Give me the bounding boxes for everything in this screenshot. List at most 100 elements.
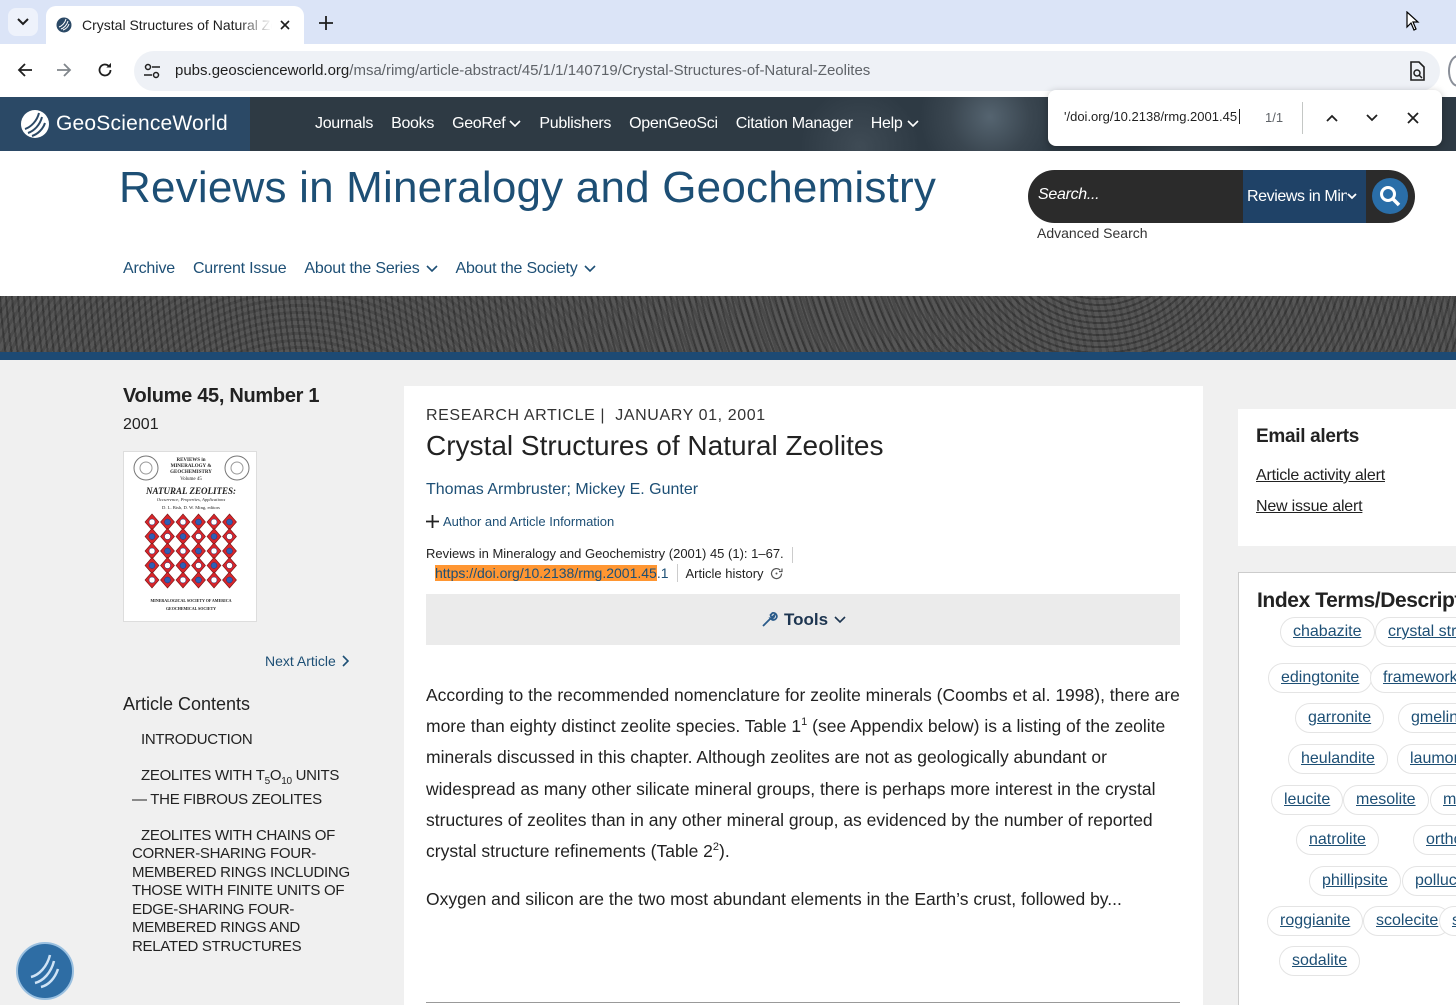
index-term-chip[interactable]: laumontite bbox=[1397, 744, 1456, 774]
index-term-chip[interactable]: garronite bbox=[1295, 703, 1385, 733]
top-menu-item-books[interactable]: Books bbox=[391, 115, 434, 133]
article-authors[interactable]: Thomas Armbruster; Mickey E. Gunter bbox=[426, 481, 698, 499]
volume-year: 2001 bbox=[123, 416, 159, 433]
tab-list-icon[interactable] bbox=[8, 8, 38, 36]
cover-line1: REVIEWS in bbox=[176, 458, 205, 463]
index-term-chip[interactable]: mordenite bbox=[1430, 785, 1456, 815]
search-scope-label: Reviews in Mineralogy and Geochemistry bbox=[1247, 187, 1347, 205]
top-menu-label: Help bbox=[870, 115, 903, 132]
top-menu-item-journals[interactable]: Journals bbox=[315, 115, 373, 133]
gsw-assistant-button[interactable] bbox=[16, 942, 74, 1000]
mouse-cursor-icon bbox=[1406, 11, 1420, 31]
index-term-chip[interactable]: mesolite bbox=[1343, 785, 1429, 815]
cover-art: REVIEWS in MINERALOGY & GEOCHEMISTRY Vol… bbox=[133, 455, 250, 611]
author-info-toggle[interactable]: Author and Article Information bbox=[426, 514, 614, 529]
index-term-chip[interactable]: chabazite bbox=[1280, 617, 1375, 647]
new-issue-alert-link[interactable]: New issue alert bbox=[1256, 498, 1363, 516]
contents-item[interactable]: INTRODUCTION bbox=[132, 731, 352, 750]
gsw-logo-icon bbox=[21, 110, 49, 138]
doi-link-rest[interactable]: .1 bbox=[657, 565, 669, 581]
next-article-label: Next Article bbox=[265, 653, 336, 669]
cover-line4: Volume 45 bbox=[180, 477, 202, 482]
article-history-button[interactable]: Article history bbox=[686, 566, 783, 581]
close-icon[interactable] bbox=[276, 16, 294, 34]
meta-separator: | bbox=[600, 407, 606, 424]
brand-logo[interactable]: GeoScienceWorld bbox=[0, 97, 250, 151]
find-input[interactable]: '/doi.org/10.2138/rmg.2001.45 bbox=[1064, 109, 1241, 124]
chevron-down-icon bbox=[583, 265, 596, 273]
index-term-chip[interactable]: gmelinite bbox=[1398, 703, 1456, 733]
page-icon[interactable] bbox=[1409, 61, 1425, 81]
advanced-search-link[interactable]: Advanced Search bbox=[1037, 225, 1148, 241]
back-icon[interactable] bbox=[13, 58, 37, 82]
article-contents-list: INTRODUCTION ZEOLITES WITH T5O10 UNITS — … bbox=[132, 731, 352, 973]
author-info-label: Author and Article Information bbox=[443, 514, 615, 529]
index-term-chip[interactable]: crystal structure bbox=[1375, 617, 1456, 647]
forward-icon[interactable] bbox=[52, 58, 76, 82]
index-term-chip[interactable]: pollucite bbox=[1402, 866, 1456, 896]
site-info-icon[interactable] bbox=[143, 62, 161, 80]
sub-nav-about-the-series[interactable]: About the Series bbox=[304, 260, 438, 278]
search-scope-select[interactable]: Reviews in Mineralogy and Geochemistry bbox=[1243, 170, 1366, 223]
chevron-right-icon bbox=[342, 655, 349, 667]
contents-text: ZEOLITES WITH CHAINS OF CORNER-SHARING F… bbox=[132, 826, 350, 955]
search-input[interactable]: Search... bbox=[1038, 186, 1100, 204]
banner-strip bbox=[0, 352, 1456, 360]
contents-sub: 10 bbox=[281, 775, 292, 787]
url-text: pubs.geoscienceworld.org/msa/rimg/articl… bbox=[175, 62, 870, 79]
email-alerts-title: Email alerts bbox=[1256, 426, 1360, 447]
chevron-down-icon[interactable] bbox=[1361, 107, 1383, 129]
cover-line3: GEOCHEMISTRY bbox=[170, 470, 212, 475]
article-meta: RESEARCH ARTICLE | JANUARY 01, 2001 bbox=[426, 407, 766, 425]
index-term-chip[interactable]: scolecite bbox=[1363, 906, 1452, 936]
top-menu-item-citation-manager[interactable]: Citation Manager bbox=[736, 115, 853, 133]
index-term-chip[interactable]: roggianite bbox=[1267, 906, 1364, 936]
index-term-chip[interactable]: phillipsite bbox=[1309, 866, 1401, 896]
p1-part-c: ). bbox=[719, 841, 730, 862]
close-icon[interactable] bbox=[1402, 107, 1424, 129]
index-term-chip[interactable]: natrolite bbox=[1296, 825, 1379, 855]
sub-nav-current-issue[interactable]: Current Issue bbox=[192, 260, 287, 278]
doi-link-highlight[interactable]: https://doi.org/10.2138/rmg.2001.45 bbox=[435, 565, 657, 581]
top-menu-item-opengeosci[interactable]: OpenGeoSci bbox=[629, 115, 718, 133]
chevron-down-icon bbox=[509, 120, 521, 128]
index-term-chip[interactable]: edingtonite bbox=[1268, 663, 1373, 693]
address-bar[interactable]: pubs.geoscienceworld.org/msa/rimg/articl… bbox=[134, 51, 1440, 91]
sub-nav-about-the-society[interactable]: About the Society bbox=[456, 260, 596, 278]
brand-name: GeoScienceWorld bbox=[56, 112, 228, 135]
search-icon[interactable] bbox=[1372, 178, 1408, 214]
index-term-chip[interactable]: framework silicates bbox=[1370, 663, 1456, 693]
issue-cover-image[interactable]: REVIEWS in MINERALOGY & GEOCHEMISTRY Vol… bbox=[123, 451, 257, 622]
index-term-chip[interactable]: sodalite bbox=[1279, 946, 1361, 976]
article-activity-alert-link[interactable]: Article activity alert bbox=[1256, 467, 1385, 485]
reload-icon[interactable] bbox=[93, 58, 117, 82]
tab-title: Crystal Structures of Natural Zeolites bbox=[82, 17, 272, 33]
abstract-paragraph-1: According to the recommended nomenclatur… bbox=[426, 680, 1186, 867]
sub-nav-archive[interactable]: Archive bbox=[123, 260, 175, 278]
tools-button[interactable]: Tools bbox=[426, 594, 1180, 645]
find-in-page-bar: '/doi.org/10.2138/rmg.2001.45 1/1 bbox=[1048, 90, 1442, 146]
next-article-link[interactable]: Next Article bbox=[265, 653, 349, 669]
sub-nav-label: Current Issue bbox=[192, 260, 287, 277]
gsw-logo-icon bbox=[30, 954, 60, 989]
browser-tab[interactable]: Crystal Structures of Natural Zeolites bbox=[46, 6, 304, 44]
top-menu-item-georef[interactable]: GeoRef bbox=[452, 115, 521, 133]
chevron-up-icon[interactable] bbox=[1321, 107, 1343, 129]
plus-icon[interactable] bbox=[314, 11, 338, 35]
citation-text: Reviews in Mineralogy and Geochemistry (… bbox=[426, 546, 784, 561]
index-term-chip[interactable]: orthosilicates bbox=[1413, 825, 1456, 855]
sub-nav-label: Archive bbox=[123, 260, 175, 277]
journal-title[interactable]: Reviews in Mineralogy and Geochemistry bbox=[119, 163, 936, 213]
cover-subtitle: Occurrence, Properties, Applications bbox=[157, 497, 226, 503]
wrench-icon bbox=[762, 611, 778, 627]
index-term-chip[interactable]: leucite bbox=[1271, 785, 1344, 815]
contents-item[interactable]: ZEOLITES WITH CHAINS OF CORNER-SHARING F… bbox=[132, 827, 352, 957]
contents-item[interactable]: ZEOLITES WITH T5O10 UNITS — THE FIBROUS … bbox=[132, 767, 352, 810]
index-terms-title: Index Terms/Descriptors bbox=[1257, 589, 1456, 612]
plus-icon bbox=[426, 515, 439, 528]
volume-title[interactable]: Volume 45, Number 1 bbox=[123, 385, 320, 408]
index-term-chip[interactable]: heulandite bbox=[1288, 744, 1388, 774]
cover-crystal-art bbox=[144, 513, 237, 589]
top-menu-item-help[interactable]: Help bbox=[871, 115, 919, 133]
top-menu-item-publishers[interactable]: Publishers bbox=[539, 115, 611, 133]
